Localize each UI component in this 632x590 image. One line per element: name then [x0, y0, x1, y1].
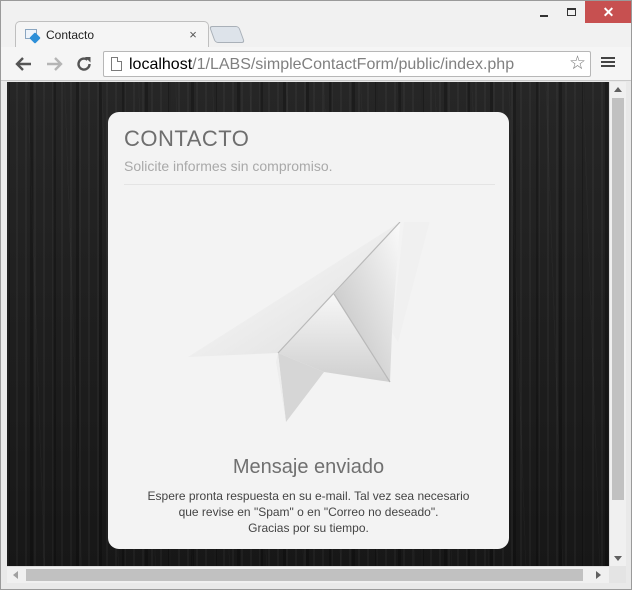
paper-plane-icon [188, 222, 430, 422]
scroll-down-arrow-icon[interactable] [614, 556, 622, 561]
message-title: Mensaje enviado [232, 456, 385, 478]
back-button[interactable] [13, 53, 35, 75]
reload-button[interactable] [73, 53, 95, 75]
url-path: /1/LABS/simpleContactForm/public/index.p… [192, 56, 515, 73]
browser-toolbar: localhost/1/LABS/simpleContactForm/publi… [1, 47, 631, 81]
page-subtitle: Solicite informes sin compromiso. [124, 158, 333, 174]
divider [124, 184, 495, 185]
address-bar[interactable]: localhost/1/LABS/simpleContactForm/publi… [103, 51, 591, 77]
vertical-scrollbar[interactable] [609, 82, 626, 566]
page-icon [111, 57, 122, 71]
vertical-scroll-thumb[interactable] [612, 98, 624, 500]
horizontal-scroll-thumb[interactable] [26, 569, 583, 581]
url-text: localhost/1/LABS/simpleContactForm/publi… [129, 56, 514, 74]
tab-strip: Contacto × ✕ [1, 1, 631, 47]
scrollbar-corner [609, 566, 626, 583]
minimize-button[interactable] [531, 1, 557, 23]
page-title: CONTACTO [124, 126, 250, 151]
forward-button[interactable] [43, 53, 65, 75]
page-arrow-icon [24, 28, 41, 44]
scroll-right-arrow-icon[interactable] [596, 571, 601, 579]
browser-window: Contacto × ✕ localhost/1/LABS/simpleCont… [0, 0, 632, 590]
url-host: localhost [129, 56, 193, 73]
tab-contacto[interactable]: Contacto × [15, 21, 209, 47]
minimize-icon [540, 15, 548, 17]
message-line: Espere pronta respuesta en su e-mail. Ta… [147, 489, 470, 503]
message-body: Espere pronta respuesta en su e-mail. Ta… [128, 488, 489, 536]
arrow-right-icon [47, 57, 63, 71]
new-tab-button[interactable] [208, 26, 246, 43]
page-viewport: CONTACTO Solicite informes sin compromis… [7, 82, 609, 566]
close-window-button[interactable]: ✕ [585, 1, 631, 23]
maximize-button[interactable] [558, 1, 584, 23]
horizontal-scrollbar[interactable] [7, 566, 609, 583]
scroll-up-arrow-icon[interactable] [614, 87, 622, 92]
hamburger-menu-icon[interactable] [599, 55, 617, 73]
star-icon[interactable]: ☆ [569, 53, 586, 75]
tab-close-icon[interactable]: × [186, 27, 200, 42]
arrow-left-icon [15, 57, 31, 71]
maximize-icon [566, 8, 576, 16]
message-line: Gracias por su tiempo. [248, 521, 369, 535]
tab-title: Contacto [46, 28, 95, 42]
scroll-left-arrow-icon[interactable] [13, 571, 18, 579]
reload-icon [77, 57, 91, 71]
contact-card: CONTACTO Solicite informes sin compromis… [108, 112, 509, 549]
message-line: que revise en "Spam" o en "Correo no des… [178, 505, 439, 519]
